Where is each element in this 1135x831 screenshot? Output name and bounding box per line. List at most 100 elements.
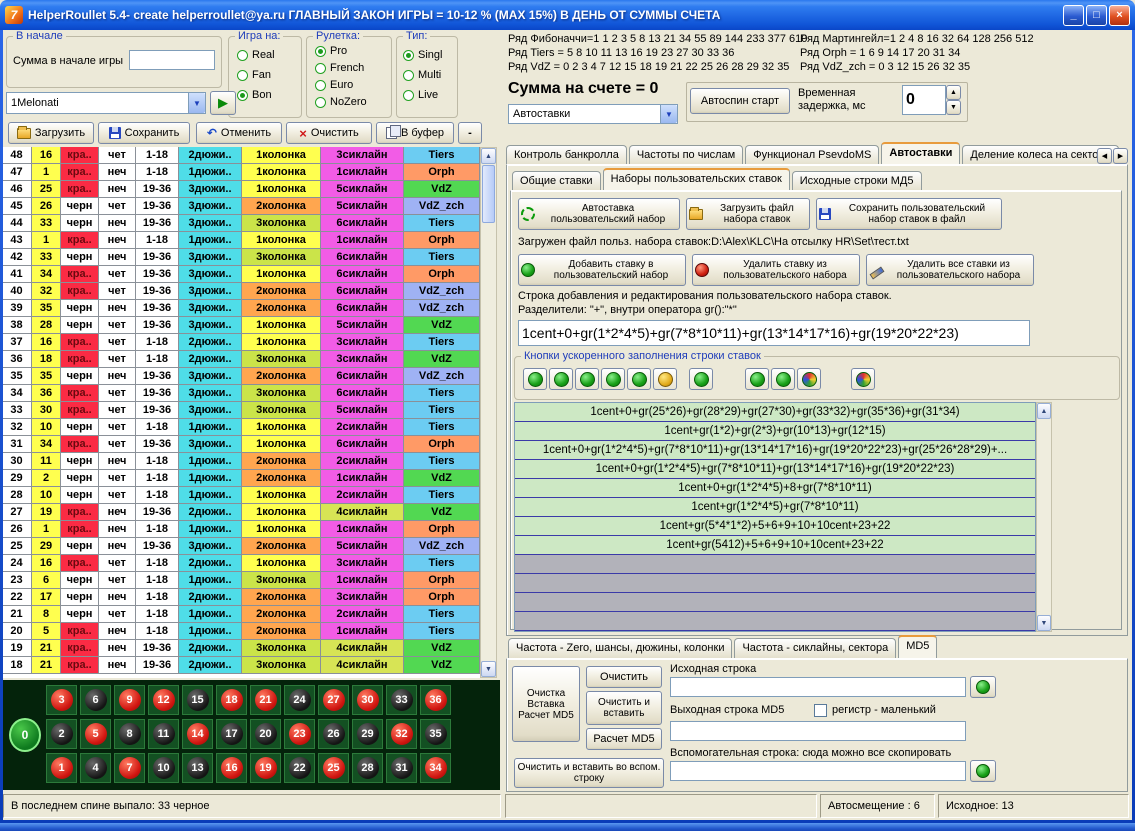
sum-start-input[interactable]	[129, 50, 215, 70]
table-row[interactable]: 3210чернчет1-181дюжи..1колонка2сиклайнTi…	[2, 419, 480, 436]
md5-calc-button[interactable]: Расчет MD5	[586, 728, 662, 750]
board-number-6[interactable]: 6	[80, 685, 111, 715]
scroll-down-icon[interactable]: ▼	[1037, 615, 1051, 631]
board-number-2[interactable]: 2	[46, 719, 77, 749]
tab-freq-zero-chances[interactable]: Частота - Zero, шансы, дюжины, колонки	[508, 638, 732, 658]
chevron-down-icon[interactable]: ▼	[660, 105, 677, 123]
table-row[interactable]: 3828чернчет19-363дюжи..1колонка5сиклайнV…	[2, 317, 480, 334]
board-number-3[interactable]: 3	[46, 685, 77, 715]
scrollbar-thumb[interactable]	[482, 165, 495, 223]
radio-pro[interactable]: Pro	[315, 45, 347, 57]
titlebar[interactable]: 7 HelperRoullet 5.4- create helperroulle…	[0, 0, 1135, 30]
table-row[interactable]: 3436кра..чет19-363дюжи..3колонка6сиклайн…	[2, 385, 480, 402]
board-number-31[interactable]: 31	[386, 753, 417, 783]
table-row[interactable]: 4233черннеч19-363дюжи..3колонка6сиклайнT…	[2, 249, 480, 266]
table-row[interactable]: 1921кра..неч19-362дюжи..3колонка4сиклайн…	[2, 640, 480, 657]
quick-chip-button-4[interactable]	[601, 368, 625, 390]
subtab-user-bet-sets[interactable]: Наборы пользовательских ставок	[603, 168, 790, 191]
table-row[interactable]: 4816кра..чет1-182дюжи..1колонка3сиклайнT…	[2, 147, 480, 164]
board-number-21[interactable]: 21	[250, 685, 281, 715]
register-checkbox[interactable]	[814, 704, 827, 717]
quick-chip-button-10[interactable]	[797, 368, 821, 390]
table-row[interactable]: 3535черннеч19-363дюжи..2колонка6сиклайнV…	[2, 368, 480, 385]
board-number-34[interactable]: 34	[420, 753, 451, 783]
chevron-down-icon[interactable]: ▼	[188, 93, 205, 113]
quick-chip-button-2[interactable]	[549, 368, 573, 390]
table-row[interactable]: 2217черннеч1-182дюжи..2колонка3сиклайнOr…	[2, 589, 480, 606]
board-number-20[interactable]: 20	[250, 719, 281, 749]
board-number-8[interactable]: 8	[114, 719, 145, 749]
radio-real[interactable]: Real	[237, 49, 275, 61]
bet-list-scrollbar[interactable]: ▲ ▼	[1036, 402, 1052, 632]
tab-scroll-left-icon[interactable]: ◀	[1097, 148, 1112, 164]
autobet-user-set-button[interactable]: Автоставка пользовательский набор	[518, 198, 680, 230]
table-row[interactable]: 3134кра..чет19-363дюжи..1колонка6сиклайн…	[2, 436, 480, 453]
bet-list-item[interactable]: 1cent+0+gr(1*2*4*5)+gr(7*8*10*11)+gr(13*…	[515, 460, 1035, 479]
board-number-15[interactable]: 15	[182, 685, 213, 715]
md5-clear-button[interactable]: Очистить	[586, 666, 662, 688]
scroll-up-icon[interactable]: ▲	[481, 148, 496, 164]
bet-list[interactable]: 1cent+0+gr(25*26)+gr(28*29)+gr(27*30)+gr…	[514, 402, 1036, 632]
board-number-9[interactable]: 9	[114, 685, 145, 715]
table-row[interactable]: 3330кра..чет19-363дюжи..3колонка5сиклайн…	[2, 402, 480, 419]
radio-nozero[interactable]: NoZero	[315, 96, 367, 108]
table-row[interactable]: 1821кра..неч19-362дюжи..3колонка4сиклайн…	[2, 657, 480, 674]
board-number-29[interactable]: 29	[352, 719, 383, 749]
subtab-md5-source[interactable]: Исходные строки МД5	[792, 171, 922, 191]
md5-stack-button[interactable]: Очистка Вставка Расчет MD5	[512, 666, 580, 742]
board-number-25[interactable]: 25	[318, 753, 349, 783]
history-table[interactable]: 4816кра..чет1-182дюжи..1колонка3сиклайнT…	[2, 147, 480, 678]
board-number-28[interactable]: 28	[352, 753, 383, 783]
radio-multi[interactable]: Multi	[403, 69, 441, 81]
table-row[interactable]: 2810чернчет1-181дюжи..1колонка2сиклайнTi…	[2, 487, 480, 504]
board-number-18[interactable]: 18	[216, 685, 247, 715]
clear-button[interactable]: ×Очистить	[286, 122, 372, 144]
board-number-13[interactable]: 13	[182, 753, 213, 783]
board-number-23[interactable]: 23	[284, 719, 315, 749]
table-row[interactable]: 2529черннеч19-363дюжи..2колонка5сиклайнV…	[2, 538, 480, 555]
minimize-button[interactable]: _	[1063, 5, 1084, 26]
maximize-button[interactable]: □	[1086, 5, 1107, 26]
board-number-zero[interactable]: 0	[9, 718, 41, 752]
bet-list-item[interactable]: 1cent+gr(1*2)+gr(2*3)+gr(10*13)+gr(12*15…	[515, 422, 1035, 441]
board-number-14[interactable]: 14	[182, 719, 213, 749]
board-number-27[interactable]: 27	[318, 685, 349, 715]
table-row[interactable]: 2719кра..неч19-362дюжи..1колонка4сиклайн…	[2, 504, 480, 521]
quick-chip-button-5[interactable]	[627, 368, 651, 390]
save-button[interactable]: Сохранить	[98, 122, 190, 144]
remove-all-bets-button[interactable]: Удалить все ставки из пользовательского …	[866, 254, 1034, 286]
table-row[interactable]: 218чернчет1-181дюжи..2колонка2сиклайнTie…	[2, 606, 480, 623]
table-row[interactable]: 431кра..неч1-181дюжи..1колонка1сиклайнOr…	[2, 232, 480, 249]
table-row[interactable]: 205кра..неч1-181дюжи..2колонка1сиклайнTi…	[2, 623, 480, 640]
tab-md5[interactable]: MD5	[898, 635, 937, 658]
bet-list-item[interactable]: 1cent+gr(5*4*1*2)+5+6+9+10+10cent+23+22	[515, 517, 1035, 536]
md5-source-input[interactable]	[670, 677, 966, 697]
radio-fan[interactable]: Fan	[237, 69, 271, 81]
board-number-5[interactable]: 5	[80, 719, 111, 749]
board-number-1[interactable]: 1	[46, 753, 77, 783]
remove-bet-button[interactable]: Удалить ставку из пользовательского набо…	[692, 254, 860, 286]
bet-list-item[interactable]: 1cent+0+gr(25*26)+gr(28*29)+gr(27*30)+gr…	[515, 403, 1035, 422]
quick-chip-button-6[interactable]	[653, 368, 677, 390]
tab-number-frequencies[interactable]: Частоты по числам	[629, 145, 743, 165]
board-number-16[interactable]: 16	[216, 753, 247, 783]
delay-spinner-value[interactable]: 0	[902, 85, 946, 115]
subtab-general-bets[interactable]: Общие ставки	[512, 171, 601, 191]
md5-source-action-button[interactable]	[970, 676, 996, 698]
table-row[interactable]: 236чернчет1-181дюжи..3колонка1сиклайнOrp…	[2, 572, 480, 589]
scroll-down-icon[interactable]: ▼	[481, 661, 496, 677]
quick-chip-button-11[interactable]	[851, 368, 875, 390]
radio-bon[interactable]: Bon	[237, 89, 272, 101]
bet-list-item[interactable]: 1cent+0+gr(1*2*4*5)+8+gr(7*8*10*11)	[515, 479, 1035, 498]
autospin-button[interactable]: Автоспин старт	[690, 88, 790, 114]
board-number-33[interactable]: 33	[386, 685, 417, 715]
tab-bankroll-control[interactable]: Контроль банкролла	[506, 145, 627, 165]
bet-string-input[interactable]	[518, 320, 1030, 346]
tab-freq-sixlines-sectors[interactable]: Частота - сиклайны, сектора	[734, 638, 896, 658]
table-row[interactable]: 261кра..неч1-181дюжи..1колонка1сиклайнOr…	[2, 521, 480, 538]
add-bet-button[interactable]: Добавить ставку в пользовательский набор	[518, 254, 686, 286]
quick-chip-button-3[interactable]	[575, 368, 599, 390]
board-number-7[interactable]: 7	[114, 753, 145, 783]
quick-chip-button-7[interactable]	[689, 368, 713, 390]
table-row[interactable]: 3618кра..чет1-182дюжи..3колонка3сиклайнV…	[2, 351, 480, 368]
